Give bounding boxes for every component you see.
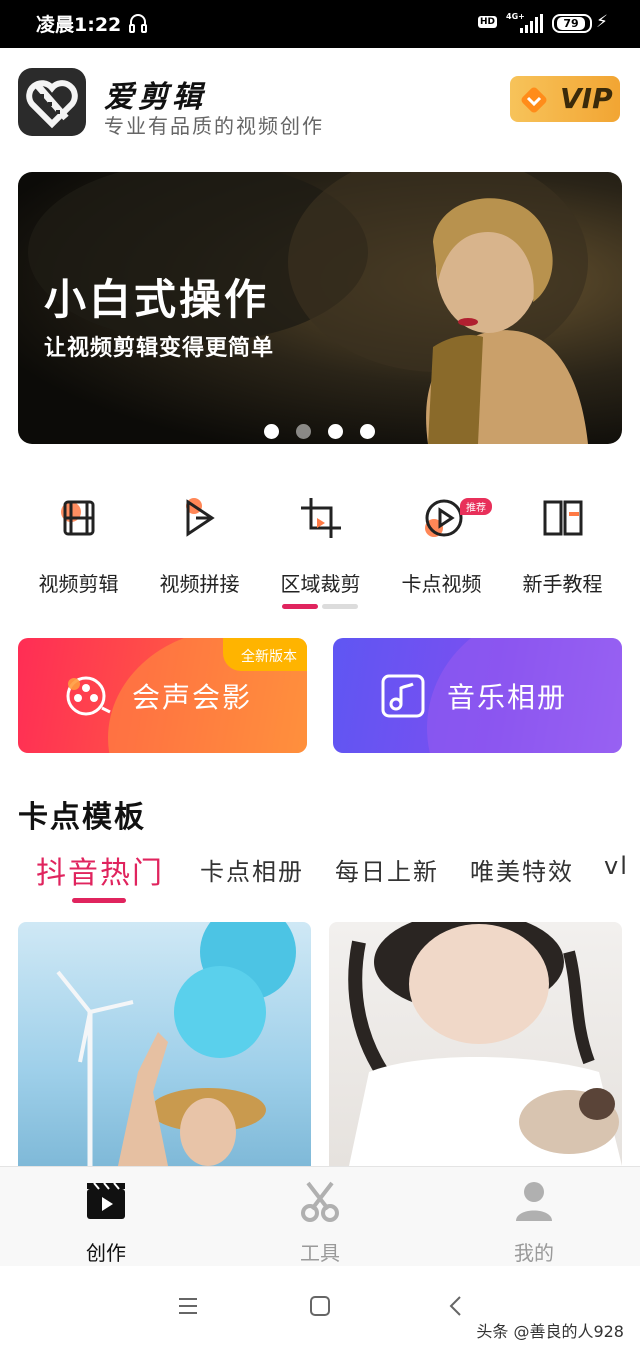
card-label: 音乐相册 xyxy=(447,681,568,714)
banner-pagination xyxy=(264,424,375,439)
clapper-icon xyxy=(87,1182,125,1219)
app-logo xyxy=(18,68,86,136)
watermark: 头条 @善良的人928 xyxy=(476,1322,624,1341)
tool-label: 视频剪辑 xyxy=(38,572,119,596)
nav-label: 创作 xyxy=(86,1241,126,1265)
bottom-nav: 创作 工具 我的 xyxy=(0,1166,640,1266)
user-icon xyxy=(516,1182,552,1221)
nav-mine[interactable]: 我的 xyxy=(474,1179,594,1266)
system-nav-bar: 头条 @善良的人928 xyxy=(0,1266,640,1351)
girl-cat-image xyxy=(348,922,622,1166)
beat-icon xyxy=(424,499,462,537)
tab-daily-new[interactable]: 每日上新 xyxy=(335,852,439,887)
signal-icon xyxy=(520,14,543,33)
crop-icon xyxy=(300,498,341,538)
status-bar: 凌晨1:22 HD 4G+ 79 ⚡ xyxy=(0,0,640,48)
template-thumbnail[interactable] xyxy=(329,922,622,1166)
diamond-icon xyxy=(521,87,547,113)
battery-icon: 79 xyxy=(552,14,592,33)
book-icon xyxy=(543,500,582,536)
tool-video-splice[interactable]: 视频拼接 xyxy=(139,490,260,597)
nav-tools[interactable]: 工具 xyxy=(260,1179,380,1266)
app-slogan: 专业有品质的视频创作 xyxy=(104,114,324,138)
splice-icon xyxy=(185,498,215,537)
banner-dot[interactable] xyxy=(328,424,343,439)
tools-pager-active xyxy=(282,604,318,609)
balloon-girl-image xyxy=(56,922,296,1166)
banner-dot[interactable] xyxy=(360,424,375,439)
tool-tutorial[interactable]: 新手教程 xyxy=(502,490,623,597)
vip-label: VIP xyxy=(560,82,613,115)
nav-label: 我的 xyxy=(514,1241,554,1265)
banner-subtitle: 让视频剪辑变得更简单 xyxy=(44,336,275,361)
reel-icon xyxy=(66,676,111,716)
scissors-icon xyxy=(301,1181,339,1222)
headset-icon xyxy=(129,14,147,33)
status-time: 凌晨1:22 xyxy=(36,14,122,36)
tool-video-edit[interactable]: 视频剪辑 xyxy=(18,490,139,597)
nav-create[interactable]: 创作 xyxy=(46,1179,166,1266)
heart-film-icon xyxy=(26,80,78,129)
charging-icon: ⚡ xyxy=(596,12,608,32)
banner-title: 小白式操作 xyxy=(44,275,270,324)
tab-indicator xyxy=(72,898,126,903)
back-icon[interactable] xyxy=(444,1294,468,1318)
home-icon[interactable] xyxy=(308,1294,332,1318)
music-icon xyxy=(381,674,425,718)
nav-label: 工具 xyxy=(300,1241,340,1265)
tool-label: 视频拼接 xyxy=(159,572,240,596)
tab-vl[interactable]: vl xyxy=(604,852,629,880)
card-music-album[interactable]: 音乐相册 xyxy=(333,638,622,753)
promo-banner[interactable]: 小白式操作 让视频剪辑变得更简单 xyxy=(18,172,622,444)
tab-beat-album[interactable]: 卡点相册 xyxy=(200,852,304,887)
new-version-badge: 全新版本 xyxy=(223,638,307,671)
banner-dot-active[interactable] xyxy=(296,424,311,439)
tab-douyin-hot[interactable]: 抖音热门 xyxy=(36,848,164,892)
tool-label: 新手教程 xyxy=(522,572,603,596)
tool-area-crop[interactable]: 区域裁剪 xyxy=(260,490,381,597)
card-huishenghuiying[interactable]: 会声会影 全新版本 xyxy=(18,638,307,753)
vip-button[interactable]: VIP xyxy=(510,76,620,122)
recommend-badge: 推荐 xyxy=(460,498,492,515)
template-thumbnail[interactable] xyxy=(18,922,311,1166)
tool-label: 区域裁剪 xyxy=(280,572,361,596)
film-icon xyxy=(60,500,94,536)
tab-aesthetic-effects[interactable]: 唯美特效 xyxy=(470,852,574,887)
tools-pager-inactive xyxy=(322,604,358,609)
section-title: 卡点模板 xyxy=(18,800,146,835)
battery-level: 79 xyxy=(557,17,585,30)
hd-icon: HD xyxy=(478,16,498,28)
tool-label: 卡点视频 xyxy=(401,572,482,596)
menu-icon[interactable] xyxy=(176,1294,200,1318)
banner-dot[interactable] xyxy=(264,424,279,439)
card-label: 会声会影 xyxy=(132,681,253,714)
